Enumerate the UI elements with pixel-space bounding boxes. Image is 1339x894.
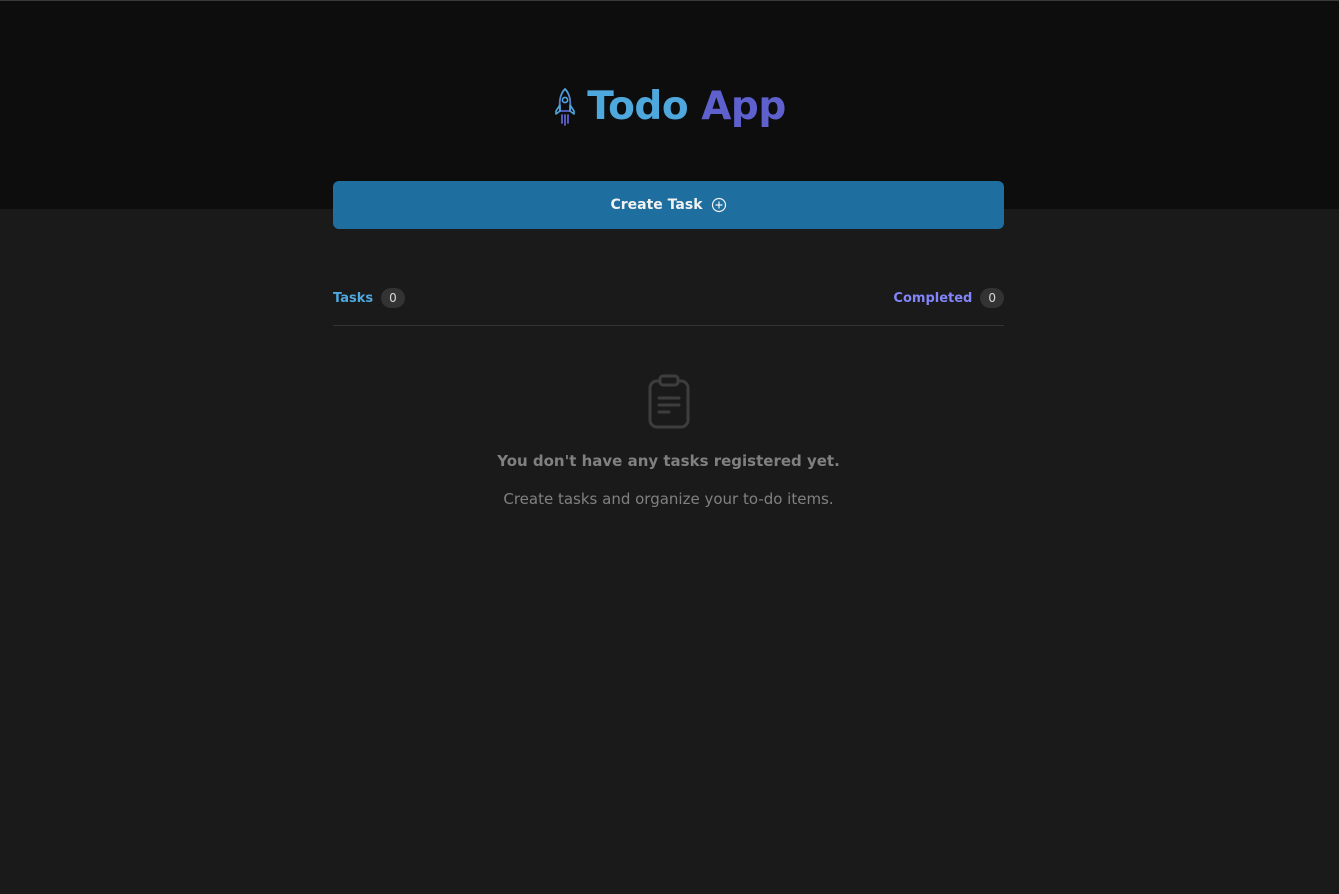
plus-circle-icon [711, 197, 726, 213]
completed-counter: Completed 0 [893, 288, 1004, 308]
app-title-part2: App [701, 84, 786, 129]
tasks-counter: Tasks 0 [333, 288, 405, 308]
main-content: Create Task Tasks 0 Completed 0 You don'… [333, 181, 1004, 508]
task-counters: Tasks 0 Completed 0 [333, 287, 1004, 309]
app-title-part1: Todo [587, 84, 689, 129]
rocket-icon [555, 88, 576, 126]
app-logo: Todo App [0, 85, 1339, 129]
empty-state-subtitle: Create tasks and organize your to-do ite… [503, 490, 834, 508]
app-header: Todo App [0, 1, 1339, 209]
create-task-button[interactable]: Create Task [333, 181, 1004, 229]
completed-counter-label: Completed [893, 290, 973, 306]
app-title: Todo App [587, 85, 786, 129]
tasks-count-badge: 0 [381, 288, 405, 308]
empty-state-title: You don't have any tasks registered yet. [497, 452, 840, 470]
empty-state: You don't have any tasks registered yet.… [333, 326, 1004, 508]
clipboard-icon [648, 374, 689, 429]
tasks-counter-label: Tasks [333, 290, 374, 306]
completed-count-badge: 0 [980, 288, 1004, 308]
create-task-label: Create Task [610, 197, 703, 213]
